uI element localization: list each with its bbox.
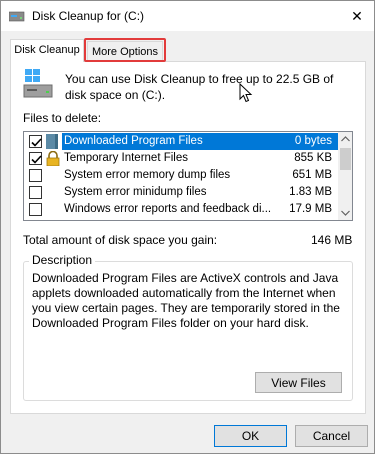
list-item[interactable]: Windows error reports and feedback di...…	[24, 201, 338, 218]
description-legend: Description	[29, 253, 96, 267]
total-label: Total amount of disk space you gain:	[23, 233, 218, 247]
disk-cleanup-icon	[9, 11, 25, 22]
files-list[interactable]: Downloaded Program Files 0 bytes Tempora…	[23, 131, 353, 221]
disk-cleanup-dialog: Disk Cleanup for (C:) ✕ Disk Cleanup Mor…	[0, 0, 375, 454]
file-name: Downloaded Program Files	[64, 135, 203, 147]
file-name: System error memory dump files	[64, 169, 231, 181]
tab-highlight-outline	[84, 38, 166, 62]
list-item[interactable]: System error memory dump files 651 MB	[24, 167, 338, 184]
tab-disk-cleanup[interactable]: Disk Cleanup	[10, 39, 84, 62]
checkbox-checked[interactable]	[29, 135, 42, 148]
file-size: 17.9 MB	[289, 203, 332, 215]
scroll-down-icon[interactable]	[341, 210, 350, 216]
close-button[interactable]: ✕	[340, 1, 374, 31]
ok-button[interactable]: OK	[214, 425, 287, 447]
list-item[interactable]: System error minidump files 1.83 MB	[24, 184, 338, 201]
view-files-button[interactable]: View Files	[255, 372, 342, 393]
scroll-up-icon[interactable]	[341, 136, 350, 142]
summary-text: You can use Disk Cleanup to free up to 2…	[65, 72, 334, 102]
file-size: 855 KB	[294, 152, 332, 164]
tab-label: Disk Cleanup	[14, 44, 80, 56]
file-name: Temporary Internet Files	[64, 152, 188, 164]
close-icon: ✕	[351, 7, 363, 24]
scrollbar-thumb[interactable]	[340, 148, 351, 170]
file-size: 1.83 MB	[289, 186, 332, 198]
list-scrollbar[interactable]	[338, 132, 352, 220]
checkbox-unchecked[interactable]	[29, 186, 42, 199]
checkmark-icon	[31, 155, 42, 164]
total-value: 146 MB	[311, 233, 353, 247]
checkbox-unchecked[interactable]	[29, 203, 42, 216]
description-text: Downloaded Program Files are ActiveX con…	[32, 271, 340, 330]
checkbox-unchecked[interactable]	[29, 169, 42, 182]
files-to-delete-label: Files to delete:	[23, 111, 102, 125]
title-bar: Disk Cleanup for (C:) ✕	[1, 1, 374, 31]
file-name: System error minidump files	[64, 186, 207, 198]
folder-icon	[46, 134, 58, 149]
drive-icon	[23, 69, 53, 98]
file-size: 0 bytes	[294, 135, 332, 147]
window-title: Disk Cleanup for (C:)	[32, 9, 145, 23]
lock-icon	[46, 151, 60, 166]
file-size: 651 MB	[292, 169, 332, 181]
list-item[interactable]: Downloaded Program Files 0 bytes	[24, 133, 338, 150]
cancel-button[interactable]: Cancel	[295, 425, 368, 447]
list-item[interactable]: Temporary Internet Files 855 KB	[24, 150, 338, 167]
checkmark-icon	[31, 138, 42, 147]
mouse-cursor-icon	[239, 83, 253, 103]
checkbox-checked[interactable]	[29, 152, 42, 165]
file-name: Windows error reports and feedback di...	[64, 203, 272, 215]
